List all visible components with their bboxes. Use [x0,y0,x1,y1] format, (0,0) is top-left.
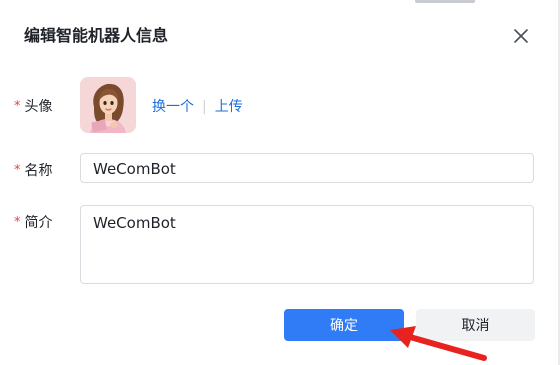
confirm-button[interactable]: 确定 [284,309,404,341]
name-label-row: * 名称 [14,160,53,180]
cancel-button[interactable]: 取消 [416,309,535,341]
avatar-label-row: * 头像 [14,96,53,116]
dialog-title: 编辑智能机器人信息 [24,26,169,45]
avatar-actions: 换一个 | 上传 [152,96,243,116]
avatar [80,77,136,133]
close-button[interactable] [510,24,532,46]
edit-bot-dialog: 编辑智能机器人信息 * 头像 换一个 | 上传 * 名称 WeComBot * … [0,0,560,365]
required-mark: * [14,215,21,230]
intro-label-row: * 简介 [14,212,53,232]
background-fragment [415,0,475,3]
avatar-label: 头像 [24,99,53,115]
avatar-illustration [80,77,136,133]
name-input[interactable]: WeComBot [80,153,534,183]
required-mark: * [14,163,21,178]
required-mark: * [14,99,21,114]
close-icon [514,29,528,43]
intro-label: 简介 [24,215,53,231]
intro-textarea[interactable]: WeComBot [80,205,534,284]
divider: | [202,99,207,115]
name-label: 名称 [24,163,53,179]
upload-avatar-link[interactable]: 上传 [215,99,243,115]
change-avatar-link[interactable]: 换一个 [152,99,194,115]
